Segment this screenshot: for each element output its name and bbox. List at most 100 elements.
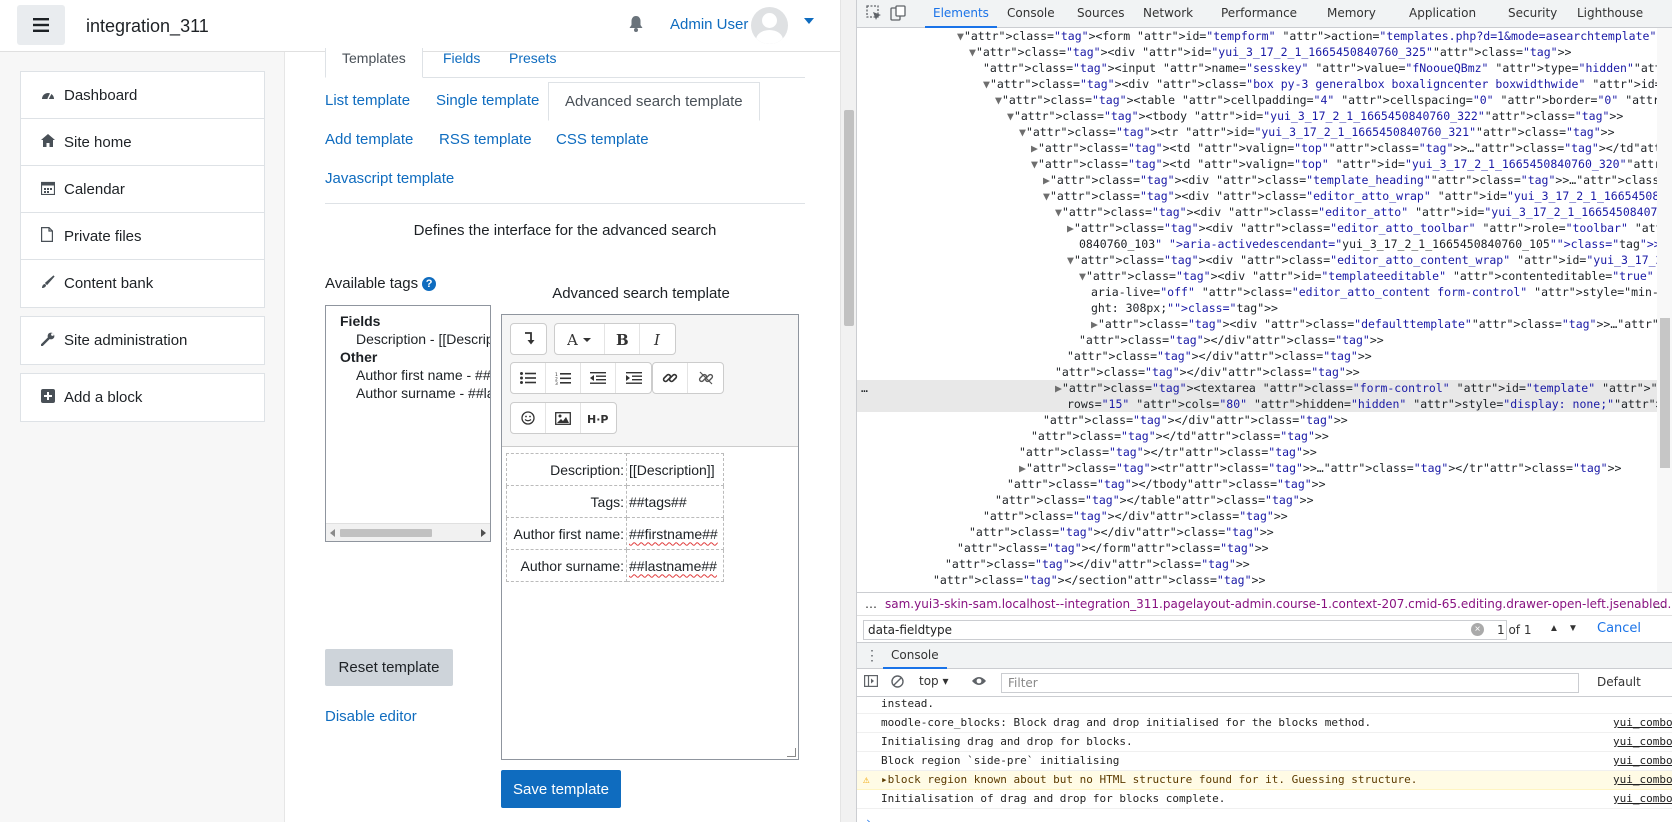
bold-icon[interactable]: B (605, 324, 640, 354)
editor-content[interactable]: Description: [[Description]] Tags: ##tag… (506, 453, 724, 582)
tag-option[interactable]: Author first name - ##firstname## (340, 366, 490, 384)
nav-item-site-home[interactable]: Site home (21, 119, 264, 166)
user-menu-caret-icon[interactable] (804, 18, 814, 24)
tab-add-template[interactable]: Add template (325, 131, 413, 148)
dom-node-line[interactable]: ▼"attr">class="tag"><div "attr">class="e… (857, 204, 1657, 220)
breadcrumb-overflow-right[interactable]: … (1653, 593, 1665, 615)
console-source-link[interactable]: yui_combo (1613, 790, 1672, 808)
nav-item-private-files[interactable]: Private files (21, 213, 264, 260)
dom-node-line[interactable]: ▼"attr">class="tag"><td "attr">valign="t… (857, 156, 1657, 172)
devtools-tab-performance[interactable]: Performance (1221, 0, 1297, 28)
tags-horizontal-scrollbar[interactable] (326, 523, 490, 541)
dom-node-line[interactable]: ▶"attr">class="tag"><div "attr">class="d… (857, 316, 1657, 332)
devtools-tab-application[interactable]: Application (1409, 0, 1476, 28)
console-source-link[interactable]: yui_combo (1613, 733, 1672, 751)
dom-node-line[interactable]: aria-live="off" "attr">class="editor_att… (857, 284, 1657, 300)
dom-node-line[interactable]: "attr">class="tag"></div"attr">class="ta… (857, 364, 1657, 380)
devtools-tab-lighthouse[interactable]: Lighthouse (1577, 0, 1643, 28)
console-filter-input[interactable]: Filter (1001, 673, 1579, 693)
cancel-search-button[interactable]: Cancel (1597, 621, 1641, 636)
devtools-tab-network[interactable]: Network (1143, 0, 1193, 28)
previous-match-icon[interactable]: ▲ (1547, 622, 1561, 636)
tab-javascript-template[interactable]: Javascript template (325, 170, 454, 187)
dom-node-line[interactable]: ▶"attr">class="tag"><td "attr">valign="t… (857, 140, 1657, 156)
log-level-select[interactable]: Default (1597, 675, 1641, 689)
nav-item-content-bank[interactable]: Content bank (21, 260, 264, 307)
help-icon[interactable]: ? (422, 276, 437, 291)
dom-node-line[interactable]: "attr">class="tag"></td"attr">class="tag… (857, 428, 1657, 444)
h5p-icon[interactable]: H·P (581, 403, 616, 433)
clear-search-icon[interactable]: × (1471, 623, 1484, 636)
dom-node-line[interactable]: ▼"attr">class="tag"><div "attr">class="b… (857, 76, 1657, 92)
dom-node-line[interactable]: "attr">class="tag"></tbody"attr">class="… (857, 476, 1657, 492)
drawer-tab-console[interactable]: Console (883, 643, 947, 669)
dom-node-line[interactable]: ght: 308px;"">class="tag">> (857, 300, 1657, 316)
devtools-tab-memory[interactable]: Memory (1327, 0, 1376, 28)
tab-single-template[interactable]: Single template (436, 92, 539, 109)
tab-list-template[interactable]: List template (325, 92, 410, 109)
dom-scrollbar-thumb[interactable] (1660, 318, 1670, 468)
avatar[interactable] (751, 7, 788, 44)
context-select[interactable]: top ▾ (919, 674, 949, 688)
tab-advanced-search-template[interactable]: Advanced search template (548, 82, 760, 121)
scrollbar-thumb[interactable] (340, 529, 432, 537)
nav-item-site-administration[interactable]: Site administration (21, 317, 264, 364)
tab-templates[interactable]: Templates (325, 48, 423, 78)
drawer-toggle-button[interactable] (17, 5, 65, 45)
nav-item-dashboard[interactable]: Dashboard (21, 72, 264, 119)
save-template-button[interactable]: Save template (501, 770, 621, 808)
nav-item-calendar[interactable]: Calendar (21, 166, 264, 213)
dom-node-line[interactable]: ▼"attr">class="tag"><div "attr">class="e… (857, 252, 1657, 268)
reset-template-button[interactable]: Reset template (325, 649, 453, 686)
console-source-link[interactable]: yui_combo (1613, 752, 1672, 770)
tab-css-template[interactable]: CSS template (556, 131, 649, 148)
console-source-link[interactable]: yui_combo (1613, 714, 1672, 732)
tab-rss-template[interactable]: RSS template (439, 131, 532, 148)
tag-option[interactable]: Description - [[Description]] (340, 330, 490, 348)
add-block-button[interactable]: Add a block (21, 374, 264, 421)
devtools-tab-elements[interactable]: Elements (925, 0, 997, 28)
paragraph-styles-icon[interactable]: A (555, 324, 605, 354)
dom-node-line[interactable]: ▶"attr">class="tag"><tr"attr">class="tag… (857, 460, 1657, 476)
more-options-icon[interactable]: ⋮ (865, 647, 879, 664)
dom-node-line[interactable]: ▼"attr">class="tag"><table "attr">cellpa… (857, 92, 1657, 108)
dom-node-line[interactable]: ▶"attr">class="tag"><textarea "attr">cla… (857, 380, 1657, 396)
dom-node-line[interactable]: ▼"attr">class="tag"><div "attr">class="e… (857, 188, 1657, 204)
image-icon[interactable] (546, 403, 581, 433)
dom-node-line[interactable]: ▶"attr">class="tag"><div "attr">class="t… (857, 172, 1657, 188)
page-scrollbar[interactable] (840, 0, 856, 822)
live-expression-eye-icon[interactable] (971, 675, 987, 691)
dom-node-line[interactable]: "attr">class="tag"></form"attr">class="t… (857, 540, 1657, 556)
dom-node-line[interactable]: "attr">class="tag"></div"attr">class="ta… (857, 332, 1657, 348)
disable-editor-link[interactable]: Disable editor (325, 708, 417, 725)
dom-node-line[interactable]: "attr">class="tag"></div"attr">class="ta… (857, 524, 1657, 540)
dom-search-input[interactable]: data-fieldtype (863, 620, 1507, 640)
dom-node-line[interactable]: "attr">class="tag"></div"attr">class="ta… (857, 412, 1657, 428)
devtools-tab-sources[interactable]: Sources (1077, 0, 1124, 28)
available-tags-select[interactable]: Fields Description - [[Description]] Oth… (325, 305, 491, 542)
dom-node-line[interactable]: "attr">class="tag"><input "attr">name="s… (857, 60, 1657, 76)
dom-node-line[interactable]: ▶"attr">class="tag"><div "attr">class="e… (857, 220, 1657, 236)
dom-node-line[interactable]: ▼"attr">class="tag"><tbody "attr">id="yu… (857, 108, 1657, 124)
dom-tree[interactable]: ▼"attr">class="tag"><form "attr">id="tem… (857, 28, 1657, 592)
scroll-right-icon[interactable] (481, 529, 486, 537)
tab-presets[interactable]: Presets (509, 48, 556, 78)
unlink-icon[interactable] (688, 363, 723, 393)
clear-console-icon[interactable] (889, 675, 905, 691)
page-scrollbar-thumb[interactable] (844, 110, 854, 326)
console-source-link[interactable]: yui_combo (1613, 771, 1672, 789)
tab-fields[interactable]: Fields (443, 48, 480, 78)
dom-node-line[interactable]: "attr">class="tag"></section"attr">class… (857, 572, 1657, 588)
dom-node-line[interactable]: "attr">class="tag"></tr"attr">class="tag… (857, 444, 1657, 460)
dom-node-line[interactable]: "attr">class="tag"></div"attr">class="ta… (857, 556, 1657, 572)
ordered-list-icon[interactable]: 123 (546, 363, 581, 393)
dom-tree-scrollbar[interactable] (1657, 28, 1672, 592)
breadcrumb-item-body[interactable]: sam.yui3-skin-sam.localhost--integration… (885, 593, 1672, 615)
link-icon[interactable] (653, 363, 688, 393)
selected-node-menu-icon[interactable]: … (861, 380, 868, 396)
indent-icon[interactable] (616, 363, 651, 393)
scroll-left-icon[interactable] (330, 529, 335, 537)
devtools-tab-security[interactable]: Security (1508, 0, 1557, 28)
devtools-tab-console[interactable]: Console (1007, 0, 1055, 28)
sidebar-toggle-icon[interactable] (863, 675, 879, 691)
